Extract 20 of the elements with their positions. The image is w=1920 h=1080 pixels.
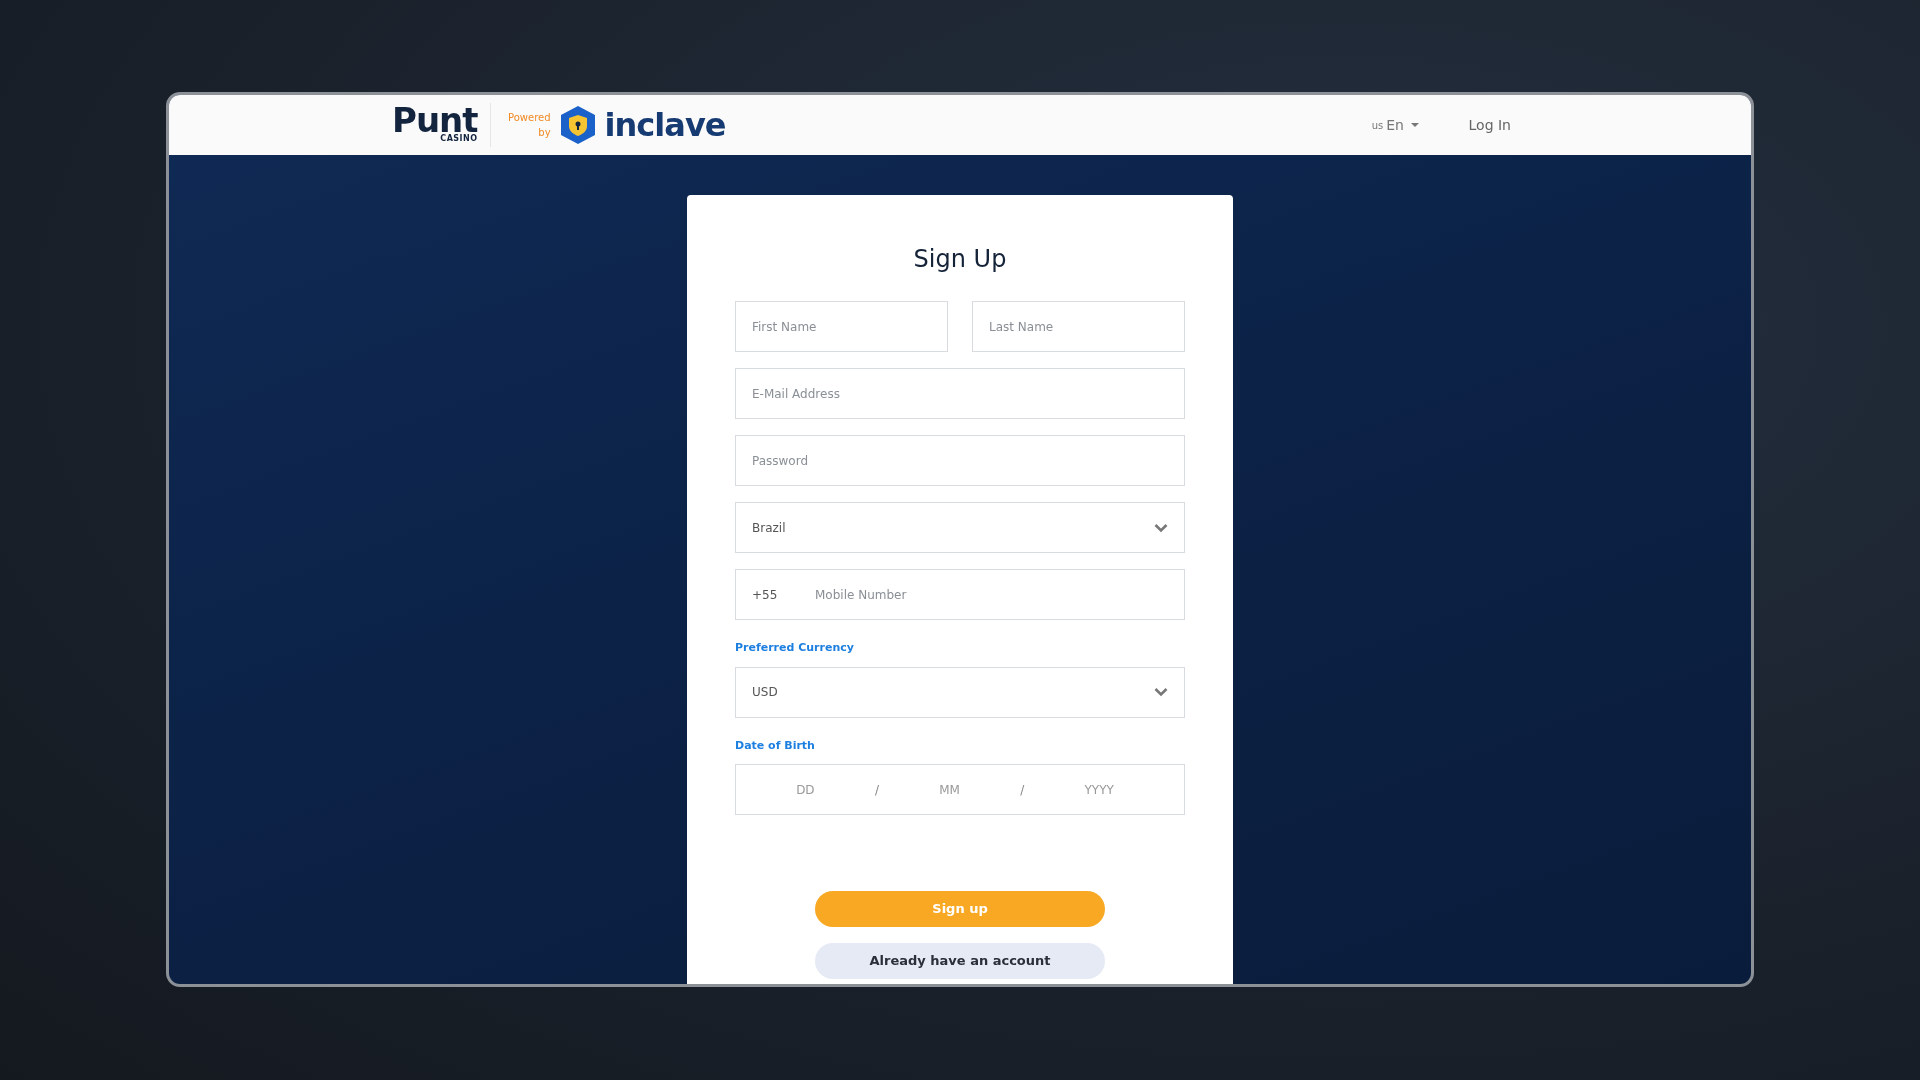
field-label: Preferred Currency <box>735 640 855 656</box>
language-selector[interactable]: us En <box>1365 113 1425 137</box>
form-title: Sign Up <box>912 244 1008 275</box>
chevron-down-icon <box>1154 687 1168 697</box>
chevron-down-icon <box>1154 522 1168 533</box>
logo-subtitle: CASINO <box>440 134 478 143</box>
field-label: Date of Birth <box>735 737 816 754</box>
login-link[interactable]: Log In <box>1468 114 1511 136</box>
brand-logo[interactable]: Punt <box>392 107 478 135</box>
select-field[interactable]: USD <box>735 666 1185 718</box>
partner-logo: inclave <box>604 109 726 141</box>
select-field[interactable]: Brazil <box>735 502 1185 553</box>
password-field[interactable]: Password <box>735 435 1185 486</box>
powered-by-label: Powered by <box>507 111 551 140</box>
text-field[interactable]: First Name <box>735 301 948 352</box>
date-field[interactable]: DD / MM / YYYY <box>735 764 1185 815</box>
login-button[interactable]: Already have an account <box>815 943 1105 979</box>
text-field[interactable]: Last Name <box>972 301 1185 352</box>
shield-icon <box>558 105 597 145</box>
email-field[interactable]: E-Mail Address <box>735 368 1185 419</box>
